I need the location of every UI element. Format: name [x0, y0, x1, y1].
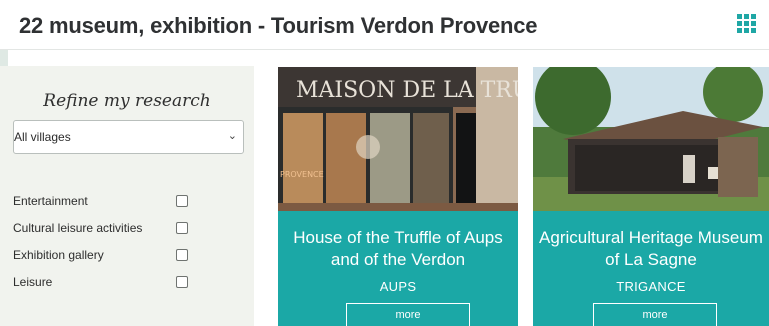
grid-view-icon[interactable]	[737, 14, 758, 35]
more-button[interactable]: more	[593, 303, 717, 326]
filter-item-entertainment[interactable]: Entertainment	[13, 194, 193, 221]
filter-item-leisure[interactable]: Leisure	[13, 275, 193, 302]
chevron-down-icon: ⌄	[227, 130, 237, 142]
filter-item-exhibition-gallery[interactable]: Exhibition gallery	[13, 248, 193, 275]
photo-sign-text: MAISON DE LA TRUFFE	[296, 78, 518, 103]
village-select-value: All villages	[14, 130, 71, 144]
card-title[interactable]: Agricultural Heritage Museum of La Sagne	[533, 227, 769, 271]
card-location: TRIGANCE	[616, 279, 686, 294]
more-button[interactable]: more	[346, 303, 470, 326]
photo-window-text: PROVENCE	[280, 170, 324, 179]
page-title: 22 museum, exhibition - Tourism Verdon P…	[19, 13, 538, 38]
card-photo	[533, 67, 769, 211]
filter-item-cultural-leisure[interactable]: Cultural leisure activities	[13, 221, 193, 248]
filter-checkbox[interactable]	[176, 222, 188, 234]
category-filter-list: Entertainment Cultural leisure activitie…	[13, 194, 193, 302]
listing-card[interactable]: MAISON DE LA TRUFFE PROVENCE House of th…	[278, 67, 518, 326]
filter-checkbox[interactable]	[176, 195, 188, 207]
filter-checkbox[interactable]	[176, 249, 188, 261]
filter-heading: Refine my research	[43, 91, 211, 111]
filter-checkbox[interactable]	[176, 276, 188, 288]
card-location: AUPS	[379, 279, 417, 294]
filter-label: Cultural leisure activities	[13, 221, 143, 235]
filter-panel: Refine my research All villages ⌄ Entert…	[0, 66, 254, 326]
filter-label: Exhibition gallery	[13, 248, 104, 262]
title-bar: 22 museum, exhibition - Tourism Verdon P…	[0, 0, 769, 50]
village-select[interactable]: All villages ⌄	[13, 120, 244, 154]
filter-label: Leisure	[13, 275, 53, 289]
card-photo: MAISON DE LA TRUFFE PROVENCE	[278, 67, 518, 211]
listing-card[interactable]: Agricultural Heritage Museum of La Sagne…	[533, 67, 769, 326]
filter-label: Entertainment	[13, 194, 88, 208]
card-title[interactable]: House of the Truffle of Aups and of the …	[278, 227, 518, 271]
